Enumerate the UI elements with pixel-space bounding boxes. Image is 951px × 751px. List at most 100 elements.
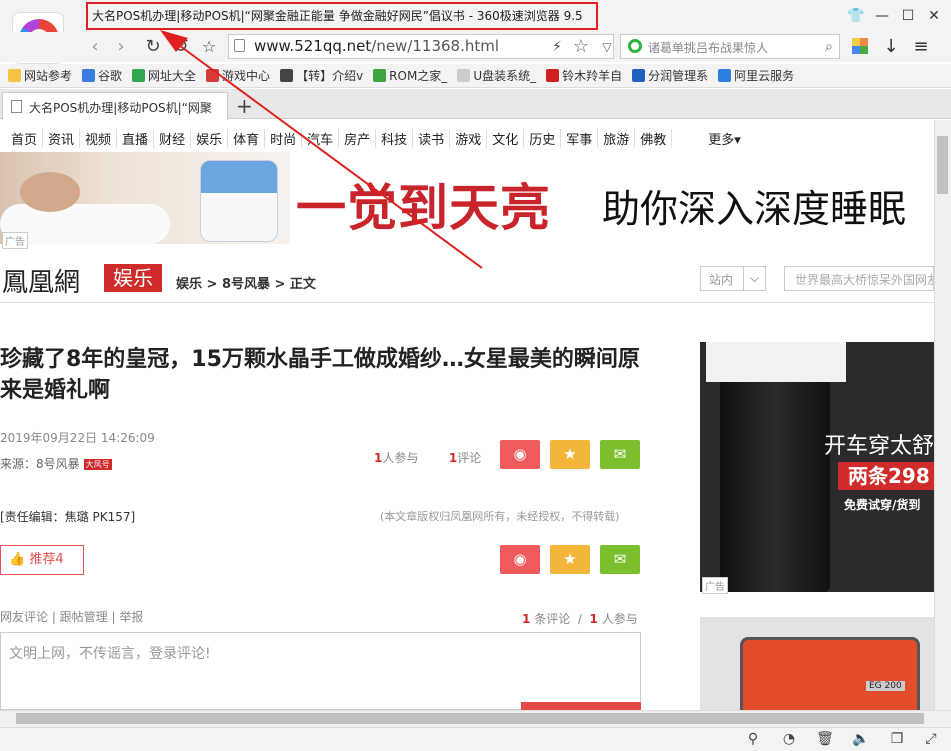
channel-link[interactable]: 科技 [376,128,414,148]
window-icon[interactable]: ❐ [888,731,906,749]
favorite-star-icon[interactable]: ☆ [198,36,220,58]
site-logo[interactable]: 鳳凰網 [2,262,80,299]
channel-link[interactable]: 首页 [11,128,44,148]
ad-subtitle: 免费试穿/货到 [844,498,921,512]
channel-link[interactable]: 资讯 [43,128,81,148]
comment-submit-button[interactable] [521,702,641,710]
comment-stats: 1 条评论 / 1 人参与 [522,610,638,627]
channel-link[interactable]: 直播 [117,128,155,148]
bookmark-label: 阿里云服务 [734,69,795,83]
vertical-scrollbar[interactable] [934,120,951,710]
bookmark-item[interactable]: ROM之家_ [373,67,447,84]
section-logo[interactable]: 娱乐 [104,264,162,292]
banner-image[interactable] [0,152,290,244]
maximize-button[interactable]: ☐ [898,6,918,26]
participants-label[interactable]: 人参与 [382,451,418,465]
site-select-value: 站内 [709,273,734,287]
close-button[interactable]: ✕ [924,6,944,26]
back-icon[interactable]: ‹ [84,36,106,58]
reload-icon[interactable]: ↻ [142,36,164,58]
channel-link[interactable]: 体育 [228,128,266,148]
bookmark-item[interactable]: 【转】介绍v [280,67,363,84]
new-tab-button[interactable]: + [236,94,253,118]
bookmark-item[interactable]: 网站参考 [8,67,72,84]
site-search-input[interactable]: 世界最高大桥惊呆外国网友 [784,266,934,291]
weibo-share-button-2[interactable]: ◉ [500,545,540,574]
channel-link[interactable]: 娱乐 [191,128,229,148]
menu-icon[interactable]: ≡ [910,36,932,58]
history-icon[interactable]: ↺ [170,36,192,58]
skin-icon[interactable]: 👕 [846,6,866,26]
forward-icon[interactable]: › [110,36,132,58]
bookmark-label: 网站参考 [24,69,73,83]
bookmark-item[interactable]: U盘装系统_ [457,67,536,84]
bookmark-icon [280,69,294,82]
bookmark-icon [632,69,646,82]
security-shield-icon[interactable] [234,39,245,52]
channel-link[interactable]: 视频 [80,128,118,148]
comments-label[interactable]: 评论 [457,451,481,465]
banner-subline[interactable]: 助你深入深度睡眠 [602,178,906,233]
site-select[interactable]: 站内 ⌵ [700,266,766,291]
breadcrumb[interactable]: 娱乐 > 8号风暴 > 正文 [176,273,316,292]
chevron-down-icon[interactable]: ⌵ [743,267,765,290]
comment-count-label[interactable]: 条评论 [534,612,570,626]
minimize-button[interactable]: — [872,6,892,26]
search-icon[interactable]: ⌕ [818,36,840,58]
article-stats: 1人参与 1评论 [374,449,481,466]
zoom-icon[interactable]: ⤢ [922,731,940,749]
wechat-share-button[interactable]: ✉ [600,440,640,469]
channel-link[interactable]: 时尚 [265,128,303,148]
bookmark-label: 【转】介绍v [296,69,364,83]
channel-link[interactable]: 读书 [413,128,451,148]
ad-label-2: 广告 [702,577,728,594]
channel-link[interactable]: 游戏 [450,128,488,148]
editor-credit: [责任编辑：焦璐 PK157] [0,510,136,524]
bookmark-item[interactable]: 阿里云服务 [718,67,794,84]
favorite-button[interactable]: ★ [550,440,590,469]
channel-link[interactable]: 房产 [339,128,377,148]
recommend-button[interactable]: 👍 推荐4 [0,545,84,575]
bookmark-item[interactable]: 游戏中心 [206,67,270,84]
people-label[interactable]: 人参与 [602,612,638,626]
channel-more[interactable]: 更多▾ [708,129,741,148]
bookmark-item[interactable]: 铃木羚羊自 [546,67,622,84]
dropdown-chevron-icon[interactable]: ▽ [596,36,618,58]
wechat-share-button-2[interactable]: ✉ [600,545,640,574]
sound-icon[interactable]: 🔈 [852,731,870,749]
banner-headline[interactable]: 一觉到天亮 [296,168,551,240]
trash-icon[interactable]: 🗑 [816,731,834,749]
source-badge: 大风号 [83,459,112,470]
comment-input[interactable]: 文明上网，不传谣言，登录评论! [0,632,641,710]
bookmark-item[interactable]: 谷歌 [82,67,122,84]
bookmark-star-icon[interactable]: ☆ [570,36,592,58]
channel-link[interactable]: 文化 [487,128,525,148]
people-count: 1 [589,612,598,626]
bookmark-item[interactable]: 网址大全 [132,67,196,84]
channel-link[interactable]: 军事 [561,128,599,148]
article-source: 来源：8号风暴 大风号 [0,455,112,472]
channel-link[interactable]: 佛教 [635,128,673,148]
channel-link[interactable]: 历史 [524,128,562,148]
bookmark-label: 分润管理系 [648,69,709,83]
window-title: 大名POS机办理|移动POS机|“网聚金融正能量 争做金融好网民”倡议书 - 3… [86,2,598,30]
comment-links[interactable]: 网友评论 | 跟帖管理 | 举报 [0,608,143,625]
weibo-share-button[interactable]: ◉ [500,440,540,469]
channel-link[interactable]: 汽车 [302,128,340,148]
favorite-button-2[interactable]: ★ [550,545,590,574]
speed-icon[interactable]: ◔ [780,731,798,749]
lightning-icon[interactable]: ⚡ [546,36,568,58]
bookmark-label: 游戏中心 [222,69,271,83]
channel-link[interactable]: 旅游 [598,128,636,148]
pin-icon[interactable]: ⚲ [744,731,762,749]
download-icon[interactable]: ↓ [880,36,902,58]
search-engine-icon[interactable] [628,39,642,53]
vertical-scroll-thumb[interactable] [937,136,948,194]
horizontal-scroll-thumb[interactable] [16,713,924,724]
tab-active[interactable]: 大名POS机办理|移动POS机|“网聚 [2,92,228,120]
bookmark-item[interactable]: 分润管理系 [632,67,708,84]
apps-icon[interactable] [852,38,868,54]
bookmark-label: 铃木羚羊自 [562,69,623,83]
channel-link[interactable]: 财经 [154,128,192,148]
side-ad-machine[interactable]: EG 200 [700,617,934,710]
